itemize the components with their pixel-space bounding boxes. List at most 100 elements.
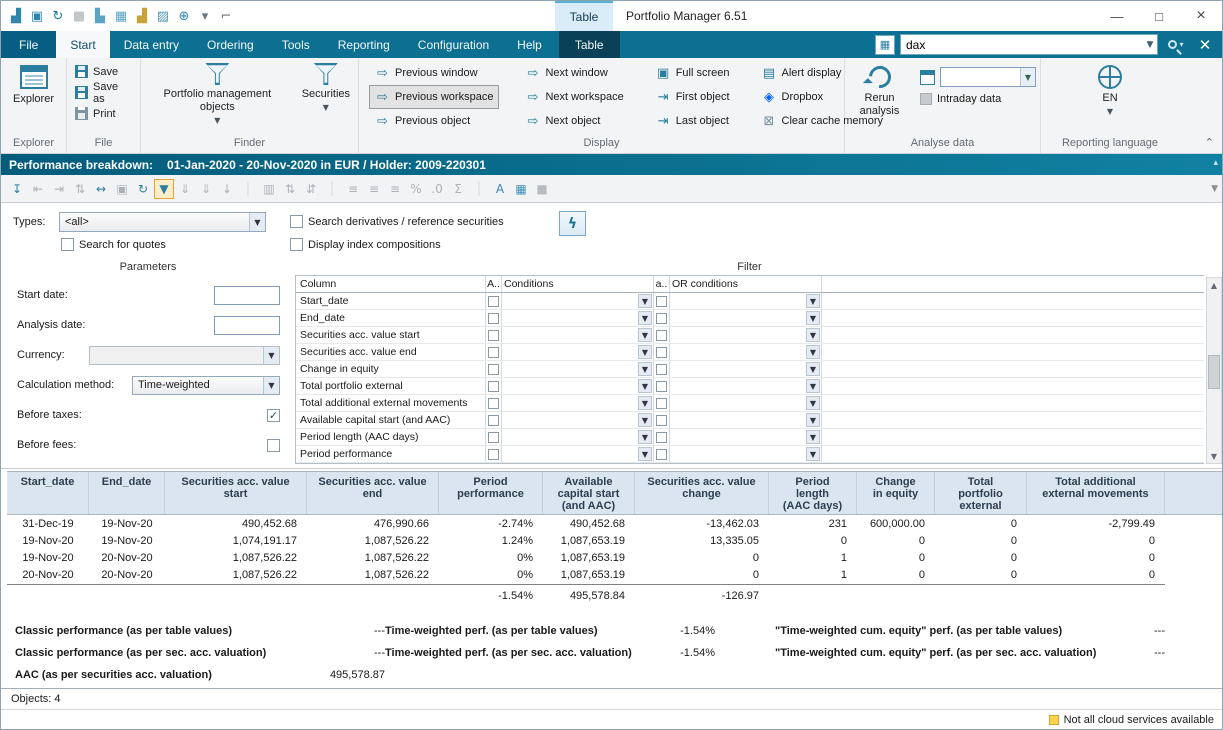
tab-tools[interactable]: Tools — [268, 31, 324, 58]
filter-condition-combobox[interactable]: ▼ — [502, 293, 654, 309]
filter-and-checkbox[interactable] — [488, 432, 499, 443]
filter-or-checkbox[interactable] — [656, 432, 667, 443]
filter-and-checkbox[interactable] — [488, 330, 499, 341]
filter-or-checkbox[interactable] — [656, 296, 667, 307]
filter-and-checkbox[interactable] — [488, 313, 499, 324]
first-object-button[interactable]: ⇥ First object — [650, 85, 736, 109]
filter-or-condition-combobox[interactable]: ▼ — [670, 293, 822, 309]
combo-caret-icon[interactable]: ▼ — [638, 447, 652, 461]
rerun-analysis-button[interactable]: Rerun analysis — [849, 61, 910, 136]
tab-reporting[interactable]: Reporting — [324, 31, 404, 58]
save-button[interactable]: Save — [71, 61, 122, 82]
combo-caret-icon[interactable]: ▼ — [638, 379, 652, 393]
bar-chart-icon[interactable]: ▥ — [259, 179, 279, 199]
combo-caret-icon[interactable]: ▼ — [638, 430, 652, 444]
explorer-button[interactable]: Explorer — [9, 61, 58, 136]
filter-condition-combobox[interactable]: ▼ — [502, 310, 654, 326]
filter-or-checkbox[interactable] — [656, 313, 667, 324]
chart-save-icon[interactable]: ⇓ — [196, 179, 216, 199]
align-right-icon[interactable]: ≡ — [385, 179, 405, 199]
search-button[interactable]: ▾ — [1163, 34, 1189, 55]
filter-and-checkbox[interactable] — [488, 415, 499, 426]
qat-caret-icon[interactable]: ▾ — [196, 7, 214, 25]
chart-view-icon[interactable]: ▦ — [511, 179, 531, 199]
results-column-header[interactable]: Period length (AAC days) — [769, 472, 857, 514]
previous-workspace-button[interactable]: ⇨ Previous workspace — [369, 85, 499, 109]
run-search-button[interactable]: ϟ — [559, 211, 586, 236]
tab-start[interactable]: Start — [56, 31, 109, 58]
filter-condition-combobox[interactable]: ▼ — [502, 412, 654, 428]
filter-or-condition-combobox[interactable]: ▼ — [670, 429, 822, 445]
qat-overflow-icon[interactable]: ⌐ — [217, 7, 235, 25]
pivot-chart-icon[interactable]: ▨ — [154, 7, 172, 25]
intraday-data-checkbox[interactable] — [920, 93, 932, 105]
results-column-header[interactable]: Total portfolio external — [935, 472, 1027, 514]
tab-file[interactable]: File — [1, 31, 56, 58]
tab-configuration[interactable]: Configuration — [404, 31, 503, 58]
filter-condition-combobox[interactable]: ▼ — [502, 446, 654, 462]
table-row[interactable]: 20-Nov-20 20-Nov-20 1,087,526.22 1,087,5… — [7, 566, 1222, 583]
combo-caret-icon[interactable]: ▼ — [806, 362, 820, 376]
next-workspace-button[interactable]: ⇨ Next workspace — [519, 85, 629, 109]
save-icon[interactable]: ▣ — [28, 7, 46, 25]
toolbar-separator[interactable]: │ — [238, 179, 258, 199]
filter-or-condition-combobox[interactable]: ▼ — [670, 395, 822, 411]
combo-caret-icon[interactable]: ▼ — [806, 328, 820, 342]
combo-caret-icon[interactable]: ▼ — [806, 447, 820, 461]
filter-or-checkbox[interactable] — [656, 364, 667, 375]
decimal-icon[interactable]: .0 — [427, 179, 447, 199]
results-column-header[interactable]: Period performance — [439, 472, 543, 514]
results-column-header[interactable]: Start_date — [7, 472, 89, 514]
toolbar-separator[interactable]: │ — [322, 179, 342, 199]
table-chart-icon[interactable]: ▦ — [112, 7, 130, 25]
table-row[interactable]: 19-Nov-20 19-Nov-20 1,074,191.17 1,087,5… — [7, 532, 1222, 549]
start-date-input[interactable] — [214, 286, 280, 305]
search-input[interactable] — [901, 36, 1143, 53]
tab-data-entry[interactable]: Data entry — [110, 31, 193, 58]
stop-icon[interactable]: ■ — [70, 7, 88, 25]
filter-or-condition-combobox[interactable]: ▼ — [670, 327, 822, 343]
context-tab-header[interactable]: Table — [555, 1, 613, 31]
combo-caret-icon[interactable]: ▼ — [638, 345, 652, 359]
combo-caret-icon[interactable]: ▼ — [806, 345, 820, 359]
next-window-button[interactable]: ⇨ Next window — [519, 61, 629, 85]
combo-caret-icon[interactable]: ▼ — [638, 396, 652, 410]
filter-and-checkbox[interactable] — [488, 347, 499, 358]
types-combobox[interactable]: <all> ▼ — [59, 212, 266, 232]
tab-table-context[interactable]: Table — [559, 31, 620, 58]
filter-and-checkbox[interactable] — [488, 381, 499, 392]
sum-icon[interactable]: Σ — [448, 179, 468, 199]
close-button[interactable]: × — [1180, 1, 1222, 31]
workspace-close-icon[interactable]: ✕ — [1194, 34, 1216, 55]
font-icon[interactable]: A — [490, 179, 510, 199]
results-column-header[interactable]: Securities acc. value change — [635, 472, 769, 514]
sort-ascending-icon[interactable]: ⇅ — [280, 179, 300, 199]
combo-caret-icon[interactable]: ▼ — [638, 294, 652, 308]
combo-caret-icon[interactable]: ▼ — [806, 294, 820, 308]
filter-and-checkbox[interactable] — [488, 398, 499, 409]
combo-caret-icon[interactable]: ▼ — [806, 430, 820, 444]
filter-condition-combobox[interactable]: ▼ — [502, 429, 654, 445]
fit-rows-icon[interactable]: ⇅ — [70, 179, 90, 199]
results-column-header[interactable]: Securities acc. value end — [307, 472, 439, 514]
refresh-icon[interactable]: ↻ — [49, 7, 67, 25]
filter-and-checkbox[interactable] — [488, 364, 499, 375]
print-button[interactable]: Print — [71, 103, 120, 124]
currency-combobox[interactable]: ▼ — [89, 346, 280, 365]
combo-caret-icon[interactable]: ▼ — [638, 328, 652, 342]
results-column-header[interactable]: Available capital start (and AAC) — [543, 472, 635, 514]
collapse-ribbon-icon[interactable]: ⌃ — [1205, 136, 1214, 149]
filter-condition-combobox[interactable]: ▼ — [502, 395, 654, 411]
filter-or-condition-combobox[interactable]: ▼ — [670, 378, 822, 394]
filter-or-condition-combobox[interactable]: ▼ — [670, 361, 822, 377]
filter-or-condition-combobox[interactable]: ▼ — [670, 344, 822, 360]
toolbar-separator[interactable]: │ — [469, 179, 489, 199]
align-center-icon[interactable]: ≡ — [364, 179, 384, 199]
filter-or-condition-combobox[interactable]: ▼ — [670, 412, 822, 428]
minimize-button[interactable]: — — [1096, 1, 1138, 31]
securities-button[interactable]: Securities ▼ — [298, 61, 354, 136]
fit-all-icon[interactable]: ↔ — [91, 179, 111, 199]
tab-ordering[interactable]: Ordering — [193, 31, 268, 58]
scrollbar-thumb[interactable] — [1208, 355, 1220, 389]
collapse-columns-icon[interactable]: ⇤ — [28, 179, 48, 199]
